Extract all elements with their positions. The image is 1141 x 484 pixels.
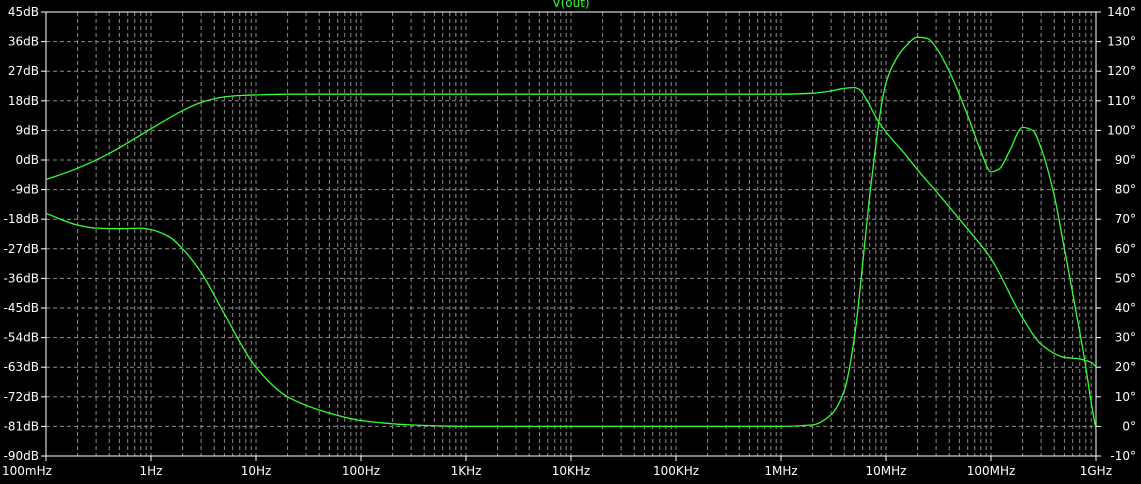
x-tick-label: 1GHz: [1080, 464, 1112, 478]
left-axis-ticks: 45dB 36dB 27dB 18dB 9dB 0dB -9dB -18dB -27dB -36d…: [4, 5, 46, 463]
left-tick-label: -90dB: [4, 449, 39, 463]
x-tick-label: 100Hz: [342, 464, 380, 478]
left-tick-label: 18dB: [8, 94, 39, 108]
left-tick-label: -27dB: [4, 242, 39, 256]
left-tick-label: -81dB: [4, 419, 39, 433]
left-tick-label: -18dB: [4, 212, 39, 226]
left-tick-label: -63dB: [4, 360, 39, 374]
x-tick-label: 1Hz: [140, 464, 163, 478]
right-tick-label: 0°: [1122, 419, 1136, 433]
x-tick-label: 100KHz: [653, 464, 699, 478]
x-tick-label: 100MHz: [967, 464, 1016, 478]
right-tick-label: -10°: [1110, 449, 1136, 463]
left-tick-label: -36dB: [4, 271, 39, 285]
x-tick-label: 10MHz: [866, 464, 907, 478]
right-tick-label: 110°: [1107, 94, 1136, 108]
right-tick-label: 70°: [1115, 212, 1136, 226]
bode-plot: 45dB 36dB 27dB 18dB 9dB 0dB -9dB -18dB -27dB -36d…: [2, 0, 1136, 478]
right-tick-label: 20°: [1115, 360, 1136, 374]
plot-grid: [46, 12, 1096, 456]
left-tick-label: -45dB: [4, 301, 39, 315]
x-axis-ticks: 100mHz 1Hz 10Hz 100Hz 1KHz 10KHz 100KHz 1MHz 10M…: [2, 456, 1112, 478]
magnitude-trace: [45, 86, 1097, 368]
left-tick-label: 0dB: [16, 153, 39, 167]
right-tick-label: 60°: [1115, 242, 1136, 256]
left-tick-label: 9dB: [16, 123, 39, 137]
x-tick-label: 1MHz: [764, 464, 797, 478]
x-tick-label: 1KHz: [451, 464, 482, 478]
x-tick-label: 100mHz: [2, 464, 52, 478]
right-axis-ticks: 140° 130° 120° 110° 100° 90° 80° 70° 60° 50° 40° 30…: [1096, 5, 1136, 463]
left-tick-label: -54dB: [4, 331, 39, 345]
left-tick-label: -9dB: [11, 183, 39, 197]
right-tick-label: 100°: [1107, 123, 1136, 137]
right-tick-label: 80°: [1115, 183, 1136, 197]
right-tick-label: 140°: [1107, 5, 1136, 19]
left-tick-label: 45dB: [8, 5, 39, 19]
x-tick-label: 10Hz: [241, 464, 272, 478]
right-tick-label: 120°: [1107, 64, 1136, 78]
right-tick-label: 50°: [1115, 271, 1136, 285]
left-tick-label: 36dB: [8, 35, 39, 49]
left-tick-label: -72dB: [4, 390, 39, 404]
x-tick-label: 10KHz: [552, 464, 590, 478]
right-tick-label: 10°: [1115, 390, 1136, 404]
right-tick-label: 30°: [1115, 331, 1136, 345]
right-tick-label: 40°: [1115, 301, 1136, 315]
plot-title: V(out): [552, 0, 589, 10]
right-tick-label: 90°: [1115, 153, 1136, 167]
right-tick-label: 130°: [1107, 35, 1136, 49]
left-tick-label: 27dB: [8, 64, 39, 78]
